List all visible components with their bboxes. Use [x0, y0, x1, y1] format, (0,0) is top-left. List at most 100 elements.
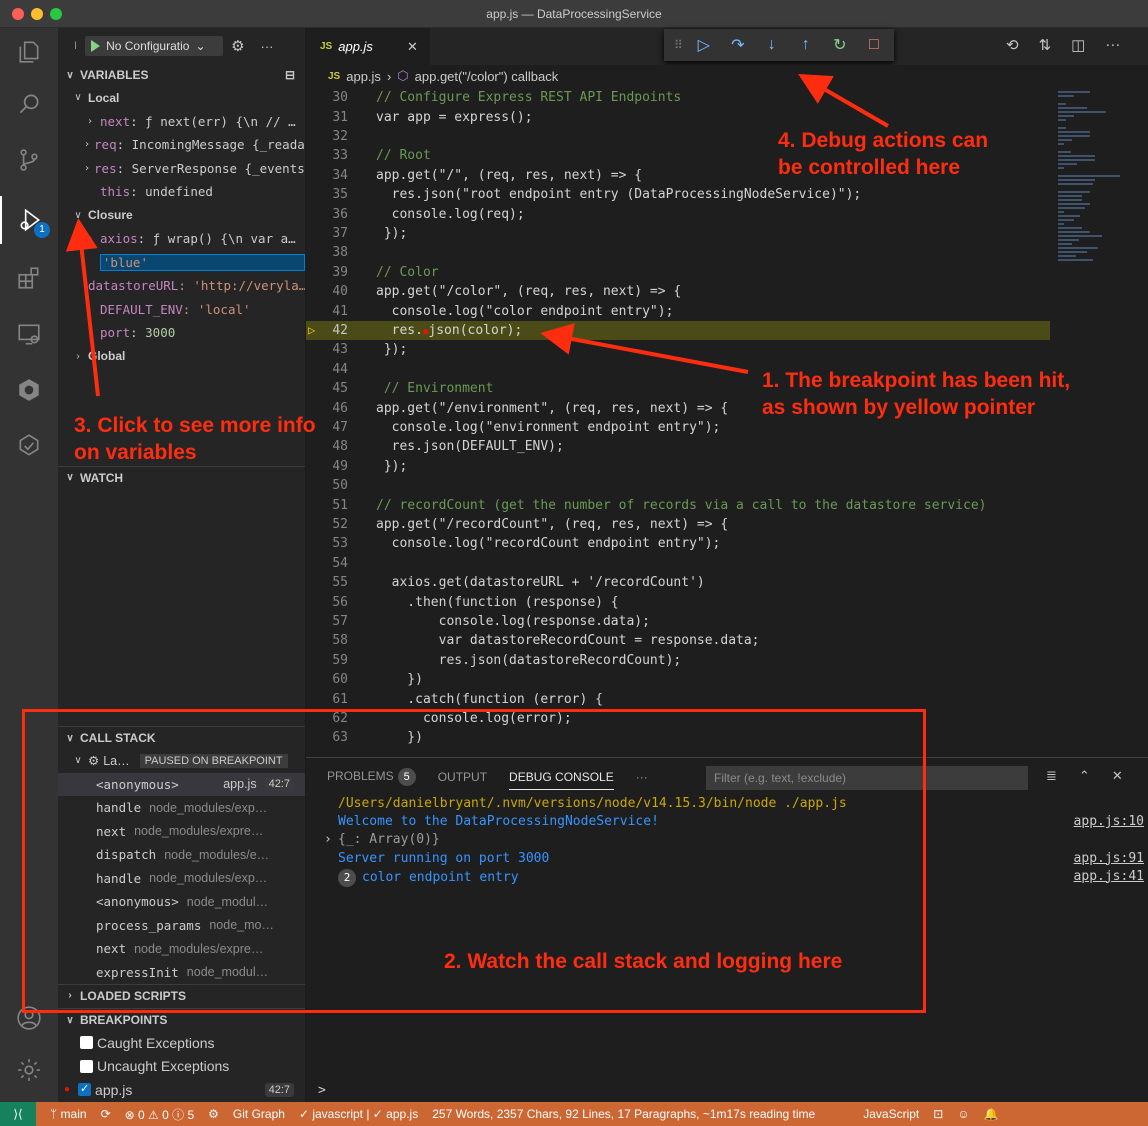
- maximize-panel-icon[interactable]: ⌃: [1079, 768, 1090, 784]
- more-actions-icon[interactable]: ···: [1105, 36, 1120, 54]
- branch-item[interactable]: ᛘ main: [50, 1107, 87, 1121]
- code-line[interactable]: 43 });: [306, 340, 1050, 359]
- code-line[interactable]: 60 }): [306, 670, 1050, 689]
- tab-app-js[interactable]: JS app.js ✕: [306, 28, 430, 65]
- code-line[interactable]: 36 console.log(req);: [306, 204, 1050, 223]
- problems-status[interactable]: ⊗ 0 ⚠ 0 ⓘ 5: [125, 1106, 195, 1123]
- code-line[interactable]: 53 console.log("recordCount endpoint ent…: [306, 534, 1050, 553]
- line-number: 61: [332, 691, 348, 707]
- code-line[interactable]: 51 // recordCount (get the number of reco…: [306, 495, 1050, 514]
- lint-status[interactable]: ✓ javascript | ✓ app.js: [299, 1107, 418, 1121]
- code-line[interactable]: 56 .then(function (response) {: [306, 592, 1050, 611]
- close-tab-icon[interactable]: ✕: [407, 39, 418, 55]
- variable-row[interactable]: this: undefined: [58, 180, 305, 204]
- code-line[interactable]: 58 var datastoreRecordCount = response.d…: [306, 631, 1050, 650]
- debug-settings-icon[interactable]: ⚙: [231, 37, 244, 55]
- code-line[interactable]: 38: [306, 243, 1050, 262]
- language-mode[interactable]: JavaScript: [863, 1107, 919, 1121]
- caught-exceptions-item[interactable]: Caught Exceptions: [58, 1031, 305, 1055]
- variable-row[interactable]: datastoreURL: 'http://veryla…: [58, 274, 305, 298]
- caught-exceptions-checkbox[interactable]: [80, 1036, 93, 1050]
- code-line[interactable]: 50: [306, 476, 1050, 495]
- step-into-icon[interactable]: ↓: [755, 31, 789, 59]
- extensions-icon[interactable]: [0, 254, 58, 302]
- code-line[interactable]: 40 app.get("/color", (req, res, next) => …: [306, 282, 1050, 301]
- closure-scope[interactable]: ∨ Closure: [58, 204, 305, 228]
- layout-icon[interactable]: ⊡: [933, 1107, 943, 1121]
- watch-section-header[interactable]: ∨ WATCH: [58, 466, 305, 488]
- drag-handle-icon[interactable]: ⠿: [674, 38, 683, 52]
- console-prompt[interactable]: >: [318, 1083, 326, 1098]
- source-control-icon[interactable]: [0, 136, 58, 184]
- variable-row[interactable]: › axios: ƒ wrap() {\n var a…: [58, 227, 305, 251]
- more-actions-icon[interactable]: ···: [261, 39, 274, 54]
- split-editor-icon[interactable]: ◫: [1071, 36, 1085, 54]
- variables-section-header[interactable]: ∨ VARIABLES ⊟: [58, 64, 305, 86]
- stop-icon[interactable]: □: [857, 31, 891, 59]
- notifications-bell-icon[interactable]: 🔔: [984, 1107, 999, 1121]
- minimap[interactable]: [1050, 87, 1148, 757]
- code-line[interactable]: 39 // Color: [306, 263, 1050, 282]
- settings-gear-icon[interactable]: [0, 1046, 58, 1094]
- debug-status-icon[interactable]: ⚙: [208, 1107, 219, 1121]
- testing-icon[interactable]: [0, 422, 58, 470]
- close-panel-icon[interactable]: ✕: [1112, 768, 1123, 784]
- variable-row[interactable]: › res: ServerResponse {_events…: [58, 157, 305, 181]
- code-line[interactable]: 37 });: [306, 224, 1050, 243]
- compare-changes-icon[interactable]: ⇅: [1039, 36, 1052, 54]
- remote-indicator-icon[interactable]: ⟩⟨: [0, 1102, 36, 1126]
- code-line[interactable]: 52 app.get("/recordCount", (req, res, nex…: [306, 515, 1050, 534]
- continue-icon[interactable]: ▷: [687, 31, 721, 59]
- kubernetes-icon[interactable]: [0, 366, 58, 414]
- breakpoint-item[interactable]: ● ✓ app.js 42:7: [58, 1078, 305, 1102]
- feedback-icon[interactable]: ☺: [957, 1107, 969, 1121]
- clear-console-icon[interactable]: ≣: [1046, 768, 1057, 784]
- breakpoint-checkbox[interactable]: ✓: [78, 1083, 92, 1097]
- word-count-status[interactable]: 257 Words, 2357 Chars, 92 Lines, 17 Para…: [432, 1107, 815, 1121]
- code-line[interactable]: 41 console.log("color endpoint entry");: [306, 301, 1050, 320]
- code-line[interactable]: 35 res.json("root endpoint entry (DataPr…: [306, 185, 1050, 204]
- code-line[interactable]: 55 axios.get(datastoreURL + '/recordCoun…: [306, 573, 1050, 592]
- code-line[interactable]: 30 // Configure Express REST API Endpoint…: [306, 88, 1050, 107]
- git-graph-item[interactable]: Git Graph: [233, 1107, 285, 1121]
- code-line[interactable]: 48 res.json(DEFAULT_ENV);: [306, 437, 1050, 456]
- uncaught-exceptions-item[interactable]: Uncaught Exceptions: [58, 1055, 305, 1079]
- console-source-link[interactable]: app.js:41: [1074, 869, 1144, 884]
- code-line[interactable]: 54: [306, 554, 1050, 573]
- restart-icon[interactable]: ↻: [823, 31, 857, 59]
- code-line[interactable]: 59 res.json(datastoreRecordCount);: [306, 651, 1050, 670]
- line-number: 32: [332, 128, 348, 144]
- variable-edit-row[interactable]: 'blue': [58, 251, 305, 275]
- breadcrumb-symbol[interactable]: app.get("/color") callback: [415, 69, 559, 84]
- breadcrumb-file[interactable]: app.js: [346, 69, 381, 84]
- local-scope[interactable]: ∨ Local: [58, 86, 305, 110]
- code-editor[interactable]: 30 // Configure Express REST API Endpoint…: [306, 87, 1050, 757]
- console-source-link[interactable]: app.js:10: [1074, 814, 1144, 829]
- minimap-line: [1058, 231, 1090, 233]
- minimap-line: [1058, 243, 1073, 245]
- code-line[interactable]: 31 var app = express();: [306, 107, 1050, 126]
- search-icon[interactable]: [0, 80, 58, 128]
- code-line[interactable]: ▷ 42 res.●json(color);: [306, 320, 1050, 341]
- variable-row[interactable]: DEFAULT_ENV: 'local': [58, 298, 305, 322]
- code-line[interactable]: 57 console.log(response.data);: [306, 612, 1050, 631]
- variable-row[interactable]: › req: IncomingMessage {_reada…: [58, 133, 305, 157]
- step-over-icon[interactable]: ↷: [721, 31, 755, 59]
- variable-row[interactable]: port: 3000: [58, 321, 305, 345]
- variable-edit-input[interactable]: 'blue': [99, 253, 305, 271]
- remote-explorer-icon[interactable]: [0, 310, 58, 358]
- code-line[interactable]: 49 });: [306, 457, 1050, 476]
- uncaught-exceptions-checkbox[interactable]: [80, 1059, 93, 1073]
- global-scope[interactable]: › Global: [58, 345, 305, 369]
- console-source-link[interactable]: app.js:91: [1074, 851, 1144, 866]
- variable-row[interactable]: › next: ƒ next(err) {\n // …: [58, 110, 305, 134]
- start-debugging-icon[interactable]: [91, 40, 101, 52]
- explorer-icon[interactable]: [0, 28, 58, 76]
- collapse-all-icon[interactable]: ⊟: [285, 68, 295, 82]
- timeline-icon[interactable]: ⟲: [1006, 36, 1019, 54]
- step-out-icon[interactable]: ↑: [789, 31, 823, 59]
- launch-config-select[interactable]: No Configuratio ⌄: [85, 36, 224, 56]
- sync-icon[interactable]: ⟳: [101, 1107, 111, 1121]
- run-debug-icon[interactable]: 1: [0, 196, 58, 244]
- code-line[interactable]: 61 .catch(function (error) {: [306, 689, 1050, 708]
